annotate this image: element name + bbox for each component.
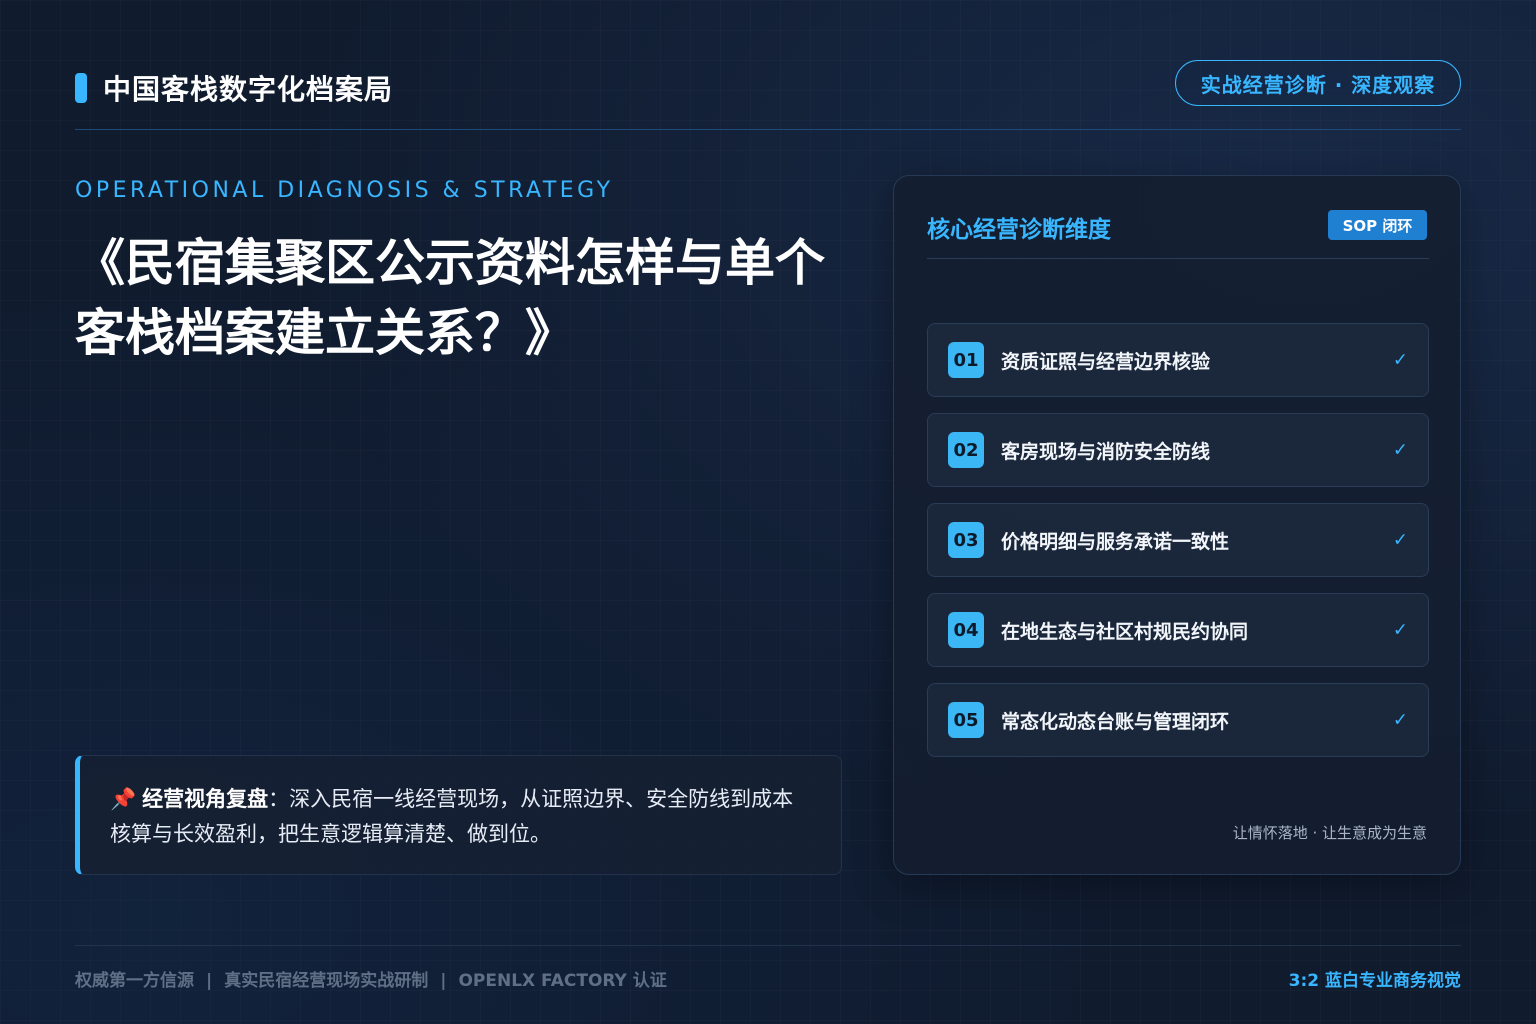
item-label: 价格明细与服务承诺一致性: [1001, 530, 1230, 553]
brand: 中国客栈数字化档案局: [75, 68, 393, 108]
footer-right: 3:2 蓝白专业商务视觉: [1288, 971, 1461, 991]
header: 中国客栈数字化档案局 实战经营诊断 · 深度观察: [75, 60, 1461, 130]
footer-source: 权威第一方信源: [75, 971, 194, 991]
footer-research: 真实民宿经营现场实战研制: [224, 971, 429, 991]
footer-separator: |: [206, 971, 213, 991]
check-icon: ✓: [1392, 349, 1408, 371]
list-item: 01 资质证照与经营边界核验 ✓: [927, 323, 1429, 397]
pushpin-icon: 📌: [110, 787, 137, 811]
item-number: 02: [948, 432, 984, 468]
list-item: 04 在地生态与社区村规民约协同 ✓: [927, 593, 1429, 667]
item-label: 资质证照与经营边界核验: [1001, 350, 1211, 373]
panel-title: 核心经营诊断维度: [927, 217, 1111, 243]
item-number: 05: [948, 702, 984, 738]
item-label: 常态化动态台账与管理闭环: [1001, 710, 1230, 733]
item-number: 03: [948, 522, 984, 558]
check-icon: ✓: [1392, 709, 1408, 731]
note-label: 经营视角复盘: [142, 787, 269, 811]
footer-left: 权威第一方信源 | 真实民宿经营现场实战研制 | OPENLX FACTORY 认证: [75, 966, 667, 991]
main-title: 《民宿集聚区公示资料怎样与单个客栈档案建立关系？》: [75, 234, 825, 362]
footer-certification: OPENLX FACTORY 认证: [458, 971, 667, 991]
footer: 权威第一方信源 | 真实民宿经营现场实战研制 | OPENLX FACTORY 认证 3…: [75, 945, 1461, 1005]
check-icon: ✓: [1392, 439, 1408, 461]
subtitle-en: OPERATIONAL DIAGNOSIS & STRATEGY: [75, 178, 614, 203]
list-item: 05 常态化动态台账与管理闭环 ✓: [927, 683, 1429, 757]
panel-footer: 让情怀落地 · 让生意成为生意: [1232, 824, 1427, 842]
panel-divider: [927, 258, 1429, 259]
brand-title: 中国客栈数字化档案局: [103, 73, 394, 106]
brand-accent-bar: [75, 73, 87, 103]
item-label: 在地生态与社区村规民约协同: [1001, 620, 1249, 643]
header-pill: 实战经营诊断 · 深度观察: [1175, 60, 1461, 106]
diagnosis-panel: 核心经营诊断维度 SOP 闭环 01 资质证照与经营边界核验 ✓ 02 客房现场…: [893, 175, 1461, 875]
item-label: 客房现场与消防安全防线: [1001, 440, 1211, 463]
note-card: 📌 经营视角复盘：深入民宿一线经营现场，从证照边界、安全防线到成本核算与长效盈利，…: [75, 755, 842, 875]
diagnosis-list: 01 资质证照与经营边界核验 ✓ 02 客房现场与消防安全防线 ✓ 03 价格明…: [927, 323, 1429, 773]
sop-badge: SOP 闭环: [1328, 210, 1427, 240]
list-item: 03 价格明细与服务承诺一致性 ✓: [927, 503, 1429, 577]
item-number: 01: [948, 342, 984, 378]
check-icon: ✓: [1392, 529, 1408, 551]
footer-separator: |: [440, 971, 447, 991]
item-number: 04: [948, 612, 984, 648]
list-item: 02 客房现场与消防安全防线 ✓: [927, 413, 1429, 487]
check-icon: ✓: [1392, 619, 1408, 641]
